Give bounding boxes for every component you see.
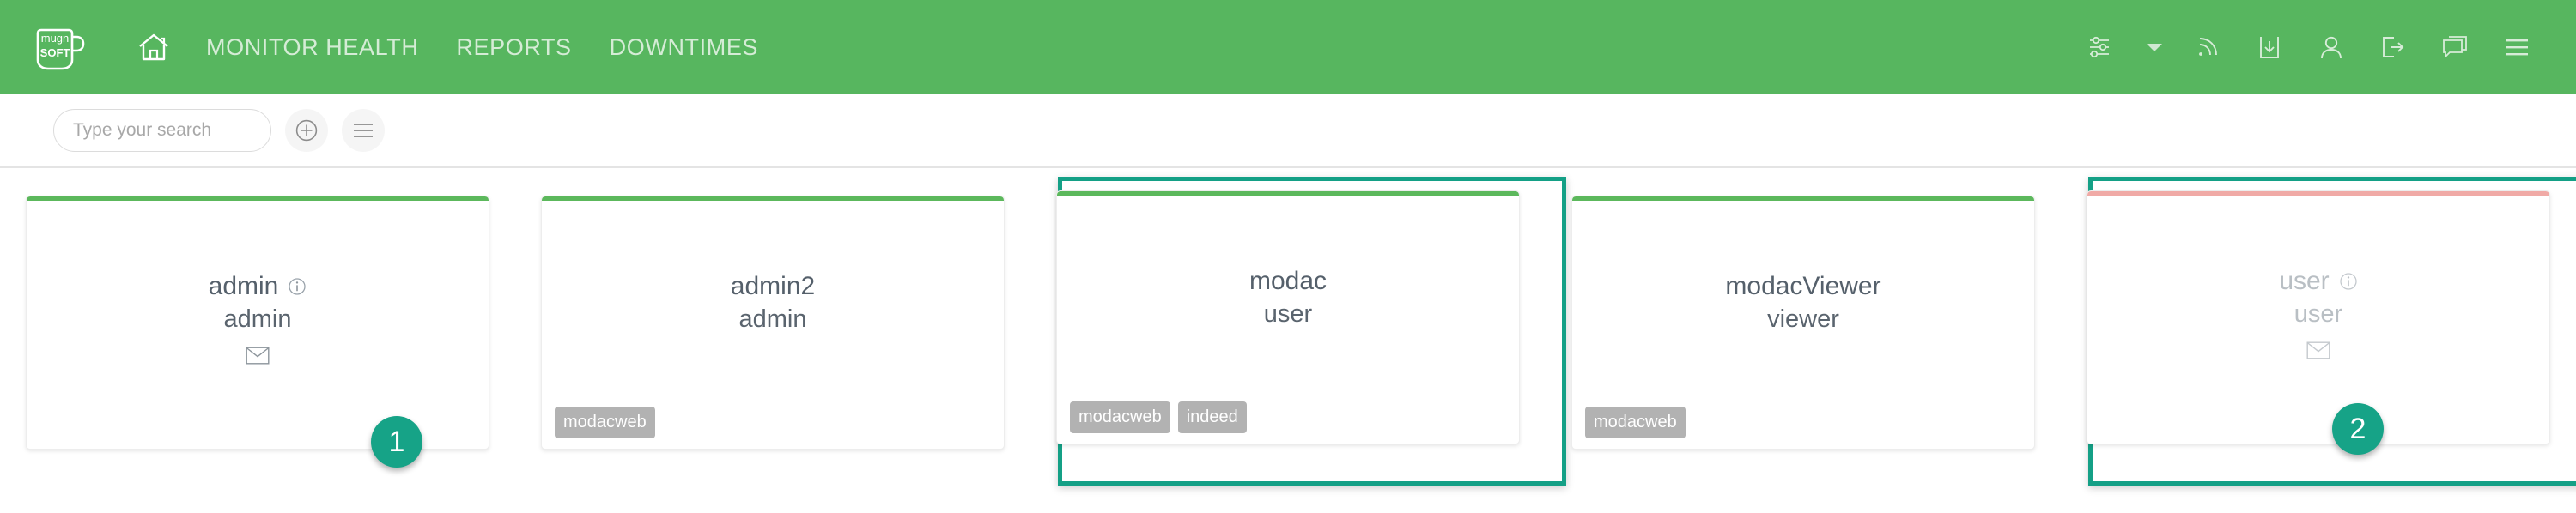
card-status-bar xyxy=(2087,191,2549,196)
user-card[interactable]: admin admin xyxy=(26,196,489,450)
search-toolbar xyxy=(0,94,2576,168)
nav-link-monitor-health[interactable]: MONITOR HEALTH xyxy=(206,34,418,61)
settings-sliders-button[interactable] xyxy=(2081,27,2121,67)
card-title-row: admin2 xyxy=(731,274,815,299)
user-card[interactable]: admin2 admin modacweb xyxy=(541,196,1005,450)
user-account-button[interactable] xyxy=(2312,27,2351,67)
mugsoft-logo[interactable]: mugn SOFT xyxy=(29,21,91,74)
card-role: user xyxy=(1263,300,1313,328)
add-user-button[interactable] xyxy=(285,108,328,152)
card-username: user xyxy=(2279,267,2330,295)
card-tag[interactable]: modacweb xyxy=(1585,407,1686,438)
home-button[interactable] xyxy=(131,24,177,70)
card-role: user xyxy=(2293,300,2343,328)
chat-icon xyxy=(2443,36,2467,59)
nav-link-downtimes[interactable]: DOWNTIMES xyxy=(610,34,758,61)
user-card[interactable]: modacViewer viewer modacweb xyxy=(1571,196,2035,450)
card-title-row: modac xyxy=(1249,269,1327,294)
user-card-slot: admin2 admin modacweb xyxy=(515,168,1030,450)
card-tag-list: modacweb xyxy=(1585,407,1686,438)
app-header: mugn SOFT MONITOR HEALTH REPORTS DOWNTIM… xyxy=(0,0,2576,94)
nav-link-reports[interactable]: REPORTS xyxy=(456,34,571,61)
card-role: viewer xyxy=(1767,305,1839,333)
card-role: admin xyxy=(738,305,807,333)
card-username: admin xyxy=(208,272,279,300)
main-menu-button[interactable] xyxy=(2497,27,2537,67)
card-title-row: user xyxy=(2279,269,2357,294)
card-body: admin admin xyxy=(27,196,489,449)
primary-navigation: MONITOR HEALTH REPORTS DOWNTIMES xyxy=(206,34,758,61)
user-card-slot: modacViewer viewer modacweb xyxy=(1546,168,2061,450)
card-mail-action[interactable] xyxy=(246,347,270,365)
hamburger-menu-icon xyxy=(2506,39,2528,56)
mug-logo-icon: mugn SOFT xyxy=(36,28,85,70)
user-card-slot: admin admin xyxy=(0,168,515,450)
card-tag[interactable]: modacweb xyxy=(1070,401,1170,433)
download-button[interactable] xyxy=(2250,27,2289,67)
card-tag-list: modacweb xyxy=(555,407,655,438)
card-title-row: modacViewer xyxy=(1725,274,1880,299)
user-card[interactable]: user user xyxy=(2087,190,2550,444)
step-badge-2[interactable]: 2 xyxy=(2332,403,2384,455)
rss-feed-icon xyxy=(2199,38,2217,56)
card-tag[interactable]: indeed xyxy=(1177,401,1247,433)
card-username: admin2 xyxy=(730,272,816,300)
user-account-icon xyxy=(2321,36,2342,59)
envelope-icon xyxy=(2306,341,2330,359)
info-icon[interactable] xyxy=(2339,272,2358,291)
card-status-bar xyxy=(27,196,489,201)
settings-sliders-icon xyxy=(2090,36,2109,58)
caret-down-icon xyxy=(2147,44,2162,51)
list-view-button[interactable] xyxy=(342,108,385,152)
card-username: modacViewer xyxy=(1725,272,1881,300)
svg-text:mugn: mugn xyxy=(41,32,70,45)
settings-dropdown-button[interactable] xyxy=(2143,27,2166,67)
card-username: modac xyxy=(1249,267,1327,295)
logout-button[interactable] xyxy=(2373,27,2413,67)
search-box[interactable] xyxy=(53,108,306,152)
card-tag-list: modacweb indeed xyxy=(1070,401,1247,433)
user-card[interactable]: modac user modacweb indeed xyxy=(1056,190,1520,444)
card-status-bar xyxy=(1572,196,2034,201)
user-card-slot-highlighted: modac user modacweb indeed xyxy=(1030,168,1566,486)
envelope-icon xyxy=(246,347,270,365)
info-icon[interactable] xyxy=(288,277,307,296)
rss-feed-button[interactable] xyxy=(2188,27,2227,67)
card-status-bar xyxy=(1057,191,1519,196)
card-role: admin xyxy=(223,305,292,333)
card-status-bar xyxy=(542,196,1004,201)
svg-text:SOFT: SOFT xyxy=(40,46,70,59)
search-input[interactable] xyxy=(73,119,306,141)
card-title-row: admin xyxy=(209,274,307,299)
download-icon xyxy=(2260,37,2279,58)
plus-circle-icon xyxy=(295,119,318,141)
card-body: user user xyxy=(2087,191,2549,444)
header-tool-bar xyxy=(2081,27,2547,67)
chat-button[interactable] xyxy=(2435,27,2475,67)
logout-icon xyxy=(2383,37,2404,57)
card-mail-action[interactable] xyxy=(2306,341,2330,359)
home-icon xyxy=(139,33,168,61)
list-lines-icon xyxy=(354,123,373,137)
step-badge-1[interactable]: 1 xyxy=(371,416,422,468)
card-tag[interactable]: modacweb xyxy=(555,407,655,438)
user-card-slot-highlighted: user user xyxy=(2061,168,2576,486)
